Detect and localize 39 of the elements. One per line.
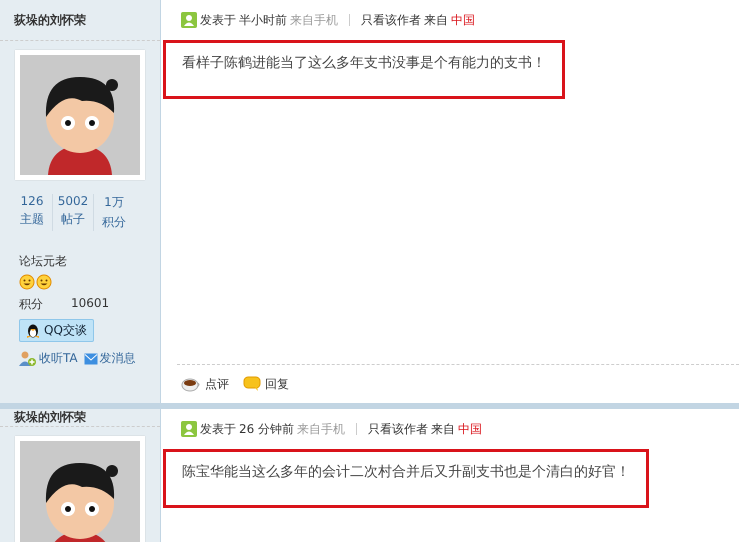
- smiley-icon: [19, 274, 35, 290]
- stat-label[interactable]: 帖子: [61, 211, 85, 228]
- post-location: 中国: [458, 420, 482, 438]
- points-label: 积分: [19, 296, 43, 313]
- user-icon: [181, 12, 197, 28]
- stat-label[interactable]: 主题: [20, 211, 44, 228]
- only-author-link[interactable]: 只看该作者: [368, 420, 428, 438]
- qq-chat-button[interactable]: QQ交谈: [19, 319, 94, 342]
- person-plus-icon: [19, 350, 37, 366]
- author-name[interactable]: 荻垛的刘怀荣: [14, 12, 86, 28]
- user-rank: 论坛元老: [19, 253, 68, 270]
- from-label: 来自: [431, 420, 456, 438]
- points-value: 10601: [71, 296, 110, 312]
- stat-value[interactable]: 1万: [104, 194, 124, 211]
- post-time: 26 分钟前: [239, 420, 294, 438]
- post-source: 来自手机: [290, 12, 338, 28]
- penguin-icon: [26, 322, 40, 338]
- from-label: 来自: [424, 12, 448, 28]
- post-content: 看样子陈鹤进能当了这么多年支书没事是个有能力的支书！: [182, 55, 546, 71]
- user-link[interactable]: 收听TA: [19, 350, 78, 367]
- stat-label[interactable]: 积分: [102, 214, 126, 231]
- post-source: 来自手机: [297, 420, 346, 438]
- smiley-icon: [36, 274, 52, 290]
- post-label: 发表于: [200, 420, 236, 438]
- cup-icon: [181, 376, 201, 392]
- stat-value[interactable]: 5002: [58, 194, 88, 208]
- only-author-link[interactable]: 只看该作者: [361, 12, 421, 28]
- envelope-icon: [84, 352, 98, 364]
- post-action[interactable]: 点评: [181, 376, 229, 392]
- post-content: 陈宝华能当这么多年的会计二次村合并后又升副支书也是个清白的好官！: [182, 464, 630, 480]
- speech-bubble-icon: [243, 376, 261, 392]
- stat-value[interactable]: 126: [20, 194, 44, 208]
- user-link[interactable]: 发消息: [84, 350, 136, 367]
- user-icon: [181, 421, 197, 437]
- post-label: 发表于: [200, 12, 236, 28]
- post-location: 中国: [451, 12, 475, 28]
- post-action[interactable]: 回复: [243, 376, 289, 392]
- post-time: 半小时前: [239, 12, 287, 28]
- author-name[interactable]: 荻垛的刘怀荣: [14, 409, 86, 426]
